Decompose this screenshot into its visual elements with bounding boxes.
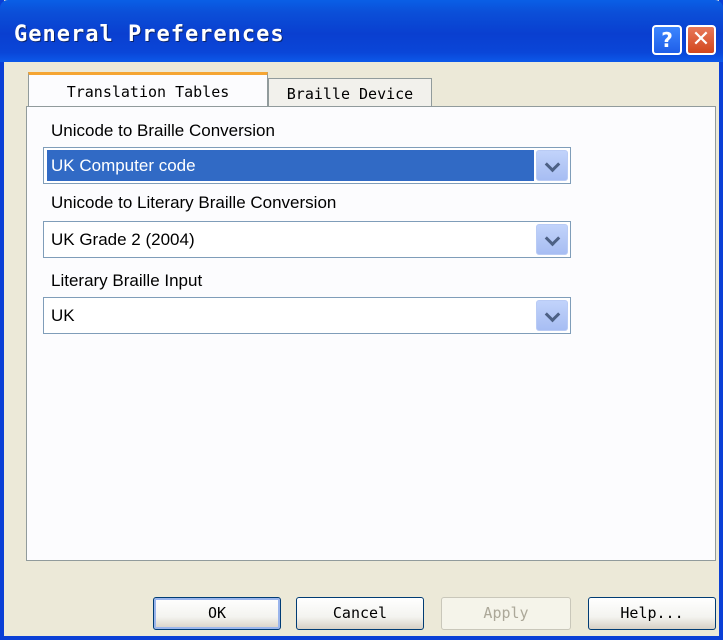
cancel-button[interactable]: Cancel: [296, 597, 424, 630]
unicode-to-literary-select[interactable]: UK Grade 2 (2004): [43, 221, 571, 258]
ok-button[interactable]: OK: [153, 597, 281, 630]
unicode-to-braille-value: UK Computer code: [47, 150, 534, 181]
literary-input-label: Literary Braille Input: [51, 271, 203, 290]
unicode-to-braille-select[interactable]: UK Computer code: [43, 147, 571, 184]
dropdown-button[interactable]: [536, 224, 568, 255]
dialog-title: General Preferences: [14, 22, 285, 47]
dropdown-button[interactable]: [536, 300, 568, 331]
chevron-down-icon: [544, 156, 561, 173]
tab-braille-device[interactable]: Braille Device: [268, 78, 432, 107]
chevron-down-icon: [544, 306, 561, 323]
general-preferences-dialog: General Preferences ? ✕ Translation Tabl…: [0, 0, 723, 640]
close-icon: ✕: [691, 27, 711, 52]
literary-input-select[interactable]: UK: [43, 297, 571, 334]
dropdown-button[interactable]: [536, 150, 568, 181]
help-title-button[interactable]: ?: [652, 25, 682, 55]
unicode-to-literary-value: UK Grade 2 (2004): [51, 230, 195, 249]
apply-button[interactable]: Apply: [441, 597, 571, 630]
literary-input-value: UK: [51, 306, 75, 325]
unicode-to-braille-label: Unicode to Braille Conversion: [51, 121, 275, 140]
title-bar[interactable]: General Preferences ? ✕: [0, 0, 723, 62]
tab-translation-tables[interactable]: Translation Tables: [28, 72, 268, 106]
close-button[interactable]: ✕: [686, 25, 716, 55]
chevron-down-icon: [544, 230, 561, 247]
question-mark-icon: ?: [661, 28, 673, 52]
translation-tables-panel: Unicode to Braille Conversion UK Compute…: [26, 106, 716, 561]
help-button[interactable]: Help...: [588, 597, 716, 630]
unicode-to-literary-label: Unicode to Literary Braille Conversion: [51, 193, 337, 212]
